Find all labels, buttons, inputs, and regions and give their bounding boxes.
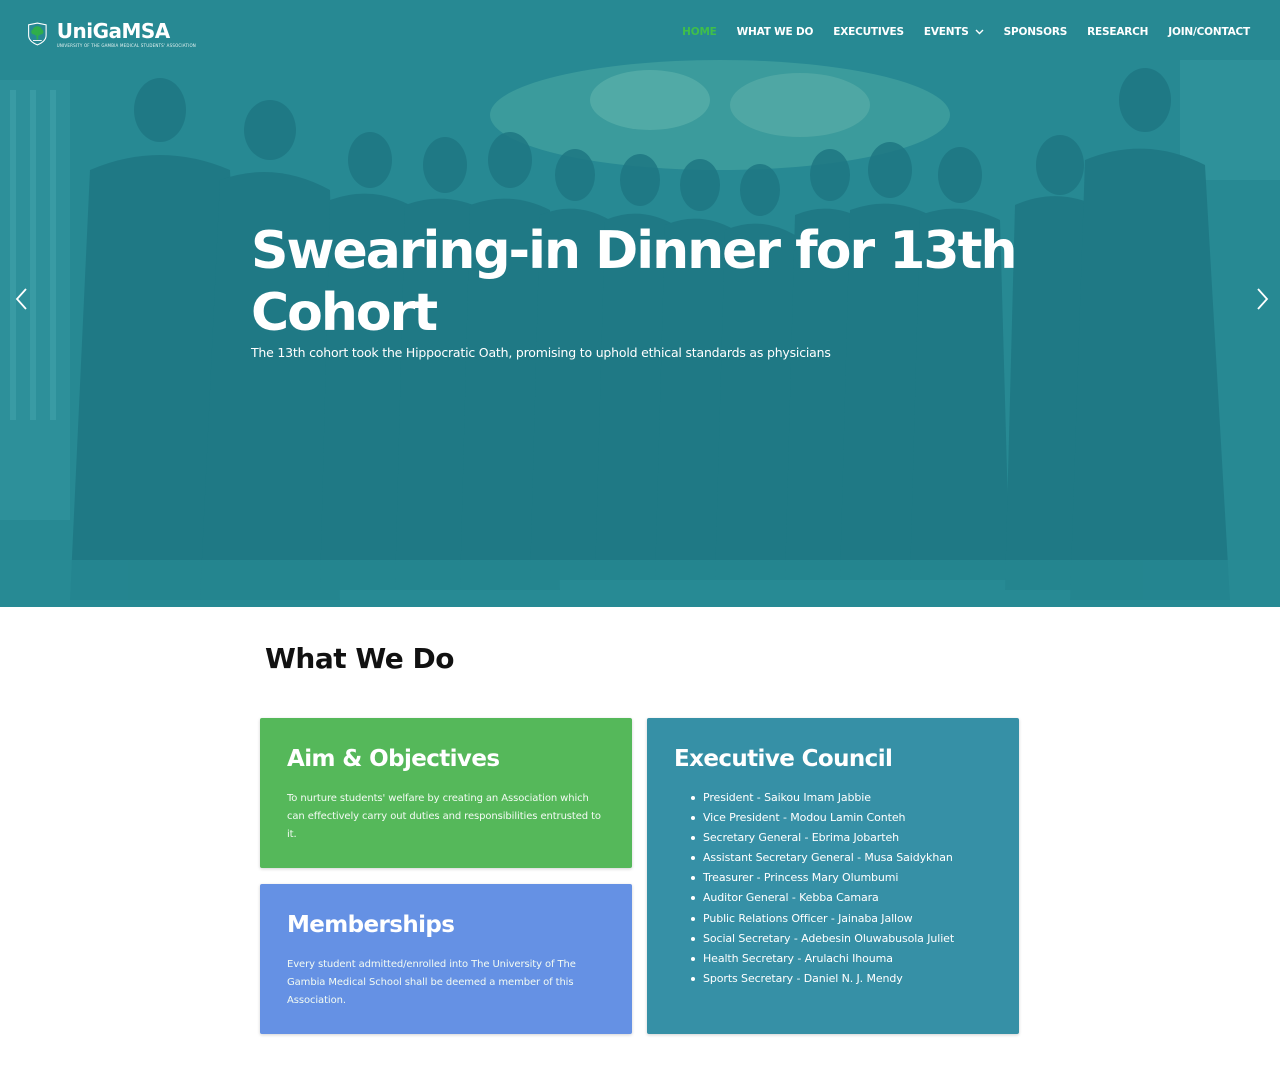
executive-item: Treasurer - Princess Mary Olumbumi — [691, 868, 1011, 888]
brand-name: UniGaMSA — [56, 19, 171, 43]
chevron-right-icon[interactable] — [1250, 286, 1274, 312]
executive-council-title: Executive Council — [674, 746, 893, 772]
executive-item: Social Secretary - Adebesin Oluwabusola … — [691, 929, 1011, 949]
hero-slider: UniGaMSA UNIVERSITY OF THE GAMBIA MEDICA… — [0, 0, 1280, 607]
section-title-what-we-do: What We Do — [265, 642, 454, 675]
hero-subtitle: The 13th cohort took the Hippocratic Oat… — [251, 345, 831, 360]
aim-objectives-body: To nurture students' welfare by creating… — [287, 793, 601, 840]
executive-item: Assistant Secretary General - Musa Saidy… — [691, 848, 1011, 868]
executive-item: Public Relations Officer - Jainaba Jallo… — [691, 909, 1011, 929]
aim-objectives-title: Aim & Objectives — [287, 746, 500, 772]
chevron-down-icon — [975, 29, 984, 35]
nav-home[interactable]: HOME — [682, 26, 717, 38]
executive-item: Auditor General - Kebba Camara — [691, 888, 1011, 908]
nav-events[interactable]: EVENTS — [924, 26, 984, 38]
executive-item: Health Secretary - Arulachi Ihouma — [691, 949, 1011, 969]
nav-join-contact[interactable]: JOIN/CONTACT — [1168, 26, 1250, 38]
nav-research[interactable]: RESEARCH — [1087, 26, 1148, 38]
memberships-card: Memberships Every student admitted/enrol… — [260, 884, 632, 1034]
memberships-body: Every student admitted/enrolled into The… — [287, 959, 576, 1006]
nav-what-we-do[interactable]: WHAT WE DO — [737, 26, 814, 38]
aim-objectives-card: Aim & Objectives To nurture students' we… — [260, 718, 632, 868]
executive-item: Sports Secretary - Daniel N. J. Mendy — [691, 969, 1011, 989]
executive-council-card: Executive Council President - Saikou Ima… — [647, 718, 1019, 1034]
hero-title: Swearing-in Dinner for 13th Cohort — [251, 221, 1017, 343]
executive-item: Vice President - Modou Lamin Conteh — [691, 808, 1011, 828]
brand-tagline: UNIVERSITY OF THE GAMBIA MEDICAL STUDENT… — [56, 43, 196, 48]
nav-sponsors[interactable]: SPONSORS — [1004, 26, 1068, 38]
nav-executives[interactable]: EXECUTIVES — [833, 26, 904, 38]
main-nav: HOME WHAT WE DO EXECUTIVES EVENTS SPONSO… — [662, 26, 1250, 38]
site-logo[interactable]: UniGaMSA UNIVERSITY OF THE GAMBIA MEDICA… — [26, 6, 196, 62]
chevron-left-icon[interactable] — [10, 286, 34, 312]
executive-item: Secretary General - Ebrima Jobarteh — [691, 828, 1011, 848]
shield-tree-icon — [28, 22, 47, 46]
executive-item: President - Saikou Imam Jabbie — [691, 788, 1011, 808]
executive-list: President - Saikou Imam Jabbie Vice Pres… — [691, 788, 1011, 989]
memberships-title: Memberships — [287, 912, 455, 938]
nav-events-label: EVENTS — [923, 26, 969, 38]
